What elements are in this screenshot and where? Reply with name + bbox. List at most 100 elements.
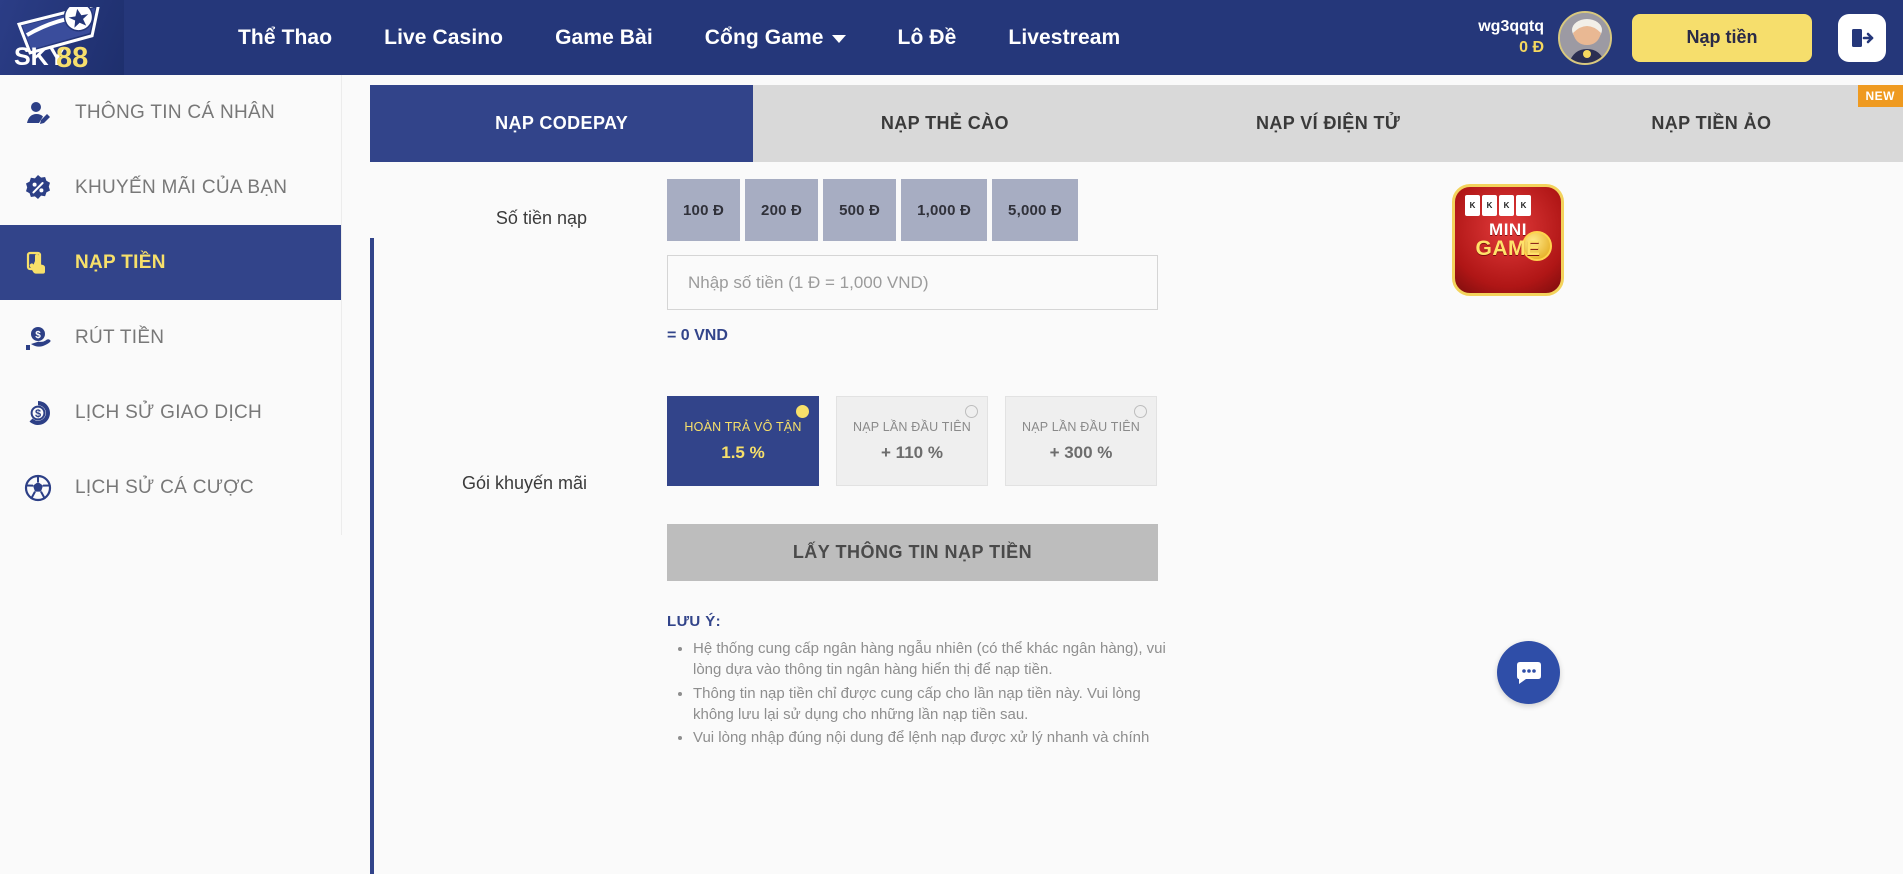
nav-label: Cổng Game [704, 26, 824, 49]
nav-item-game-bai[interactable]: Game Bài [529, 0, 679, 75]
note-item: Thông tin nạp tiền chỉ được cung cấp cho… [693, 683, 1167, 726]
card-glyph: K [1465, 195, 1480, 216]
sky88-logo-icon: SKY 88 [14, 6, 101, 69]
site-logo[interactable]: SKY 88 [0, 0, 124, 75]
nav-label: Lô Đề [897, 26, 957, 49]
promo-value: + 110 % [881, 442, 943, 462]
live-chat-button[interactable] [1497, 641, 1560, 704]
card-glyph: K [1482, 195, 1497, 216]
get-deposit-info-button[interactable]: LẤY THÔNG TIN NẠP TIỀN [667, 524, 1158, 581]
radio-icon [965, 405, 978, 418]
amount-chip[interactable]: 200 Đ [745, 179, 819, 241]
username: wg3qqtq [1478, 18, 1544, 36]
nav-item-the-thao[interactable]: Thể Thao [212, 0, 358, 75]
sidebar-item-label: KHUYẾN MÃI CỦA BẠN [75, 176, 288, 198]
account-sidebar: THÔNG TIN CÁ NHÂN KHUYẾN MÃI CỦA BẠN NẠP… [0, 75, 341, 535]
promo-card-group: HOÀN TRẢ VÔ TẬN 1.5 % NẠP LẦN ĐẦU TIÊN +… [667, 396, 1158, 486]
deposit-tabs: NẠP CODEPAY NẠP THẺ CÀO NẠP VÍ ĐIỆN TỬ N… [370, 85, 1903, 162]
playing-cards-icon: K K K K [1465, 195, 1531, 216]
user-info: wg3qqtq 0 Đ [1478, 17, 1544, 58]
sidebar-item-label: RÚT TIỀN [75, 326, 165, 348]
avatar[interactable] [1558, 10, 1612, 65]
amount-chip-group: 100 Đ 200 Đ 500 Đ 1,000 Đ 5,000 Đ [667, 179, 1158, 241]
notes-title: LƯU Ý: [667, 613, 722, 630]
nav-label: Thể Thao [238, 26, 333, 49]
sidebar-item-label: NẠP TIỀN [75, 251, 166, 273]
top-header: SKY 88 Thể Thao Live Casino Game Bài Cổn… [0, 0, 1903, 75]
amount-chip[interactable]: 5,000 Đ [992, 179, 1078, 241]
tab-label: NẠP VÍ ĐIỆN TỬ [1256, 113, 1401, 133]
sidebar-item-rut-tien[interactable]: $ RÚT TIỀN [0, 300, 341, 375]
hand-coin-icon: $ [23, 323, 53, 353]
avatar-image [1560, 12, 1610, 63]
radio-icon [796, 405, 809, 418]
coin-history-icon: $ [23, 398, 53, 428]
amount-chip[interactable]: 1,000 Đ [901, 179, 988, 241]
deposit-form: Số tiền nạp 100 Đ 200 Đ 500 Đ 1,000 Đ 5,… [370, 175, 1903, 750]
note-item: Vui lòng nhập đúng nội dung để lệnh nạp … [693, 727, 1167, 748]
promo-value: + 300 % [1049, 442, 1113, 462]
card-glyph: K [1516, 195, 1531, 216]
hand-card-icon [23, 248, 53, 278]
notes-section: LƯU Ý: Hệ thống cung cấp ngân hàng ngẫu … [667, 613, 1167, 748]
sidebar-item-khuyen-mai[interactable]: KHUYẾN MÃI CỦA BẠN [0, 150, 341, 225]
sidebar-item-lich-su-ca-cuoc[interactable]: LỊCH SỬ CÁ CƯỢC [0, 450, 341, 525]
amount-row: Số tiền nạp 100 Đ 200 Đ 500 Đ 1,000 Đ 5,… [370, 175, 1903, 345]
sidebar-item-thong-tin-ca-nhan[interactable]: THÔNG TIN CÁ NHÂN [0, 75, 341, 150]
percent-badge-icon [23, 173, 53, 203]
notes-list: Hệ thống cung cấp ngân hàng ngẫu nhiên (… [667, 638, 1167, 748]
tab-nap-the-cao[interactable]: NẠP THẺ CÀO [753, 85, 1137, 162]
tab-nap-tien-ao[interactable]: NẠP TIỀN ẢO NEW [1519, 85, 1903, 162]
nav-label: Livestream [1008, 26, 1121, 49]
sidebar-item-nap-tien[interactable]: NẠP TIỀN [0, 225, 341, 300]
amount-chip[interactable]: 500 Đ [823, 179, 897, 241]
promo-row: Gói khuyến mãi HOÀN TRẢ VÔ TẬN 1.5 % NẠP… [370, 345, 1903, 750]
chevron-down-icon [831, 35, 846, 43]
nav-item-livestream[interactable]: Livestream [982, 0, 1146, 75]
sidebar-item-label: THÔNG TIN CÁ NHÂN [75, 101, 276, 123]
minigame-widget[interactable]: K K K K MINI GAME [1452, 184, 1564, 296]
chat-icon [1516, 661, 1541, 684]
promo-title: HOÀN TRẢ VÔ TẬN [684, 419, 802, 434]
nav-item-cong-game[interactable]: Cổng Game [679, 0, 872, 75]
promo-title: NẠP LẦN ĐẦU TIÊN [852, 419, 972, 434]
nav-item-lo-de[interactable]: Lô Đề [872, 0, 983, 75]
promo-field-group: HOÀN TRẢ VÔ TẬN 1.5 % NẠP LẦN ĐẦU TIÊN +… [667, 345, 1166, 750]
sidebar-item-lich-su-giao-dich[interactable]: $ LỊCH SỬ GIAO DỊCH [0, 375, 341, 450]
tab-label: NẠP THẺ CÀO [880, 113, 1009, 133]
radio-icon [1134, 405, 1147, 418]
app-root: SKY 88 Thể Thao Live Casino Game Bài Cổn… [0, 0, 1903, 874]
promo-card-nap-lan-dau-300[interactable]: NẠP LẦN ĐẦU TIÊN + 300 % [1005, 396, 1157, 486]
tab-nap-vi-dien-tu[interactable]: NẠP VÍ ĐIỆN TỬ [1136, 85, 1520, 162]
user-area: wg3qqtq 0 Đ Nạp tiền [1478, 10, 1903, 65]
promo-value: 1.5 % [721, 442, 765, 462]
sidebar-item-label: LỊCH SỬ GIAO DỊCH [75, 401, 263, 423]
nav-label: Live Casino [384, 26, 504, 49]
svg-text:$: $ [35, 408, 41, 420]
nav-item-live-casino[interactable]: Live Casino [358, 0, 529, 75]
amount-field-group: 100 Đ 200 Đ 500 Đ 1,000 Đ 5,000 Đ = 0 VN… [667, 175, 1158, 345]
promo-card-nap-lan-dau-110[interactable]: NẠP LẦN ĐẦU TIÊN + 110 % [836, 396, 988, 486]
amount-chip[interactable]: 100 Đ [667, 179, 741, 241]
tab-nap-codepay[interactable]: NẠP CODEPAY [370, 85, 754, 162]
tab-label: NẠP TIỀN ẢO [1651, 113, 1772, 133]
svg-text:$: $ [35, 330, 41, 341]
main-nav: Thể Thao Live Casino Game Bài Cổng Game … [212, 0, 1146, 75]
balance-amount: 0 Đ [1519, 38, 1544, 56]
deposit-button[interactable]: Nạp tiền [1632, 13, 1812, 62]
promo-title: NẠP LẦN ĐẦU TIÊN [1021, 419, 1141, 434]
logout-button[interactable] [1838, 13, 1886, 62]
promo-label: Gói khuyến mãi [461, 473, 587, 493]
sidebar-item-label: LỊCH SỬ CÁ CƯỢC [75, 476, 254, 498]
main-content: NẠP CODEPAY NẠP THẺ CÀO NẠP VÍ ĐIỆN TỬ N… [370, 75, 1903, 874]
user-edit-icon [23, 98, 53, 128]
promo-card-hoan-tra-vo-tan[interactable]: HOÀN TRẢ VÔ TẬN 1.5 % [667, 396, 819, 486]
amount-input[interactable] [667, 255, 1158, 310]
new-badge: NEW [1857, 85, 1903, 107]
converted-amount: = 0 VND [667, 327, 728, 344]
note-item: Hệ thống cung cấp ngân hàng ngẫu nhiên (… [693, 638, 1167, 681]
amount-label: Số tiền nạp [495, 208, 587, 228]
ball-icon [23, 473, 53, 503]
logout-icon [1852, 28, 1874, 47]
minigame-label: MINI GAME [1476, 221, 1541, 259]
